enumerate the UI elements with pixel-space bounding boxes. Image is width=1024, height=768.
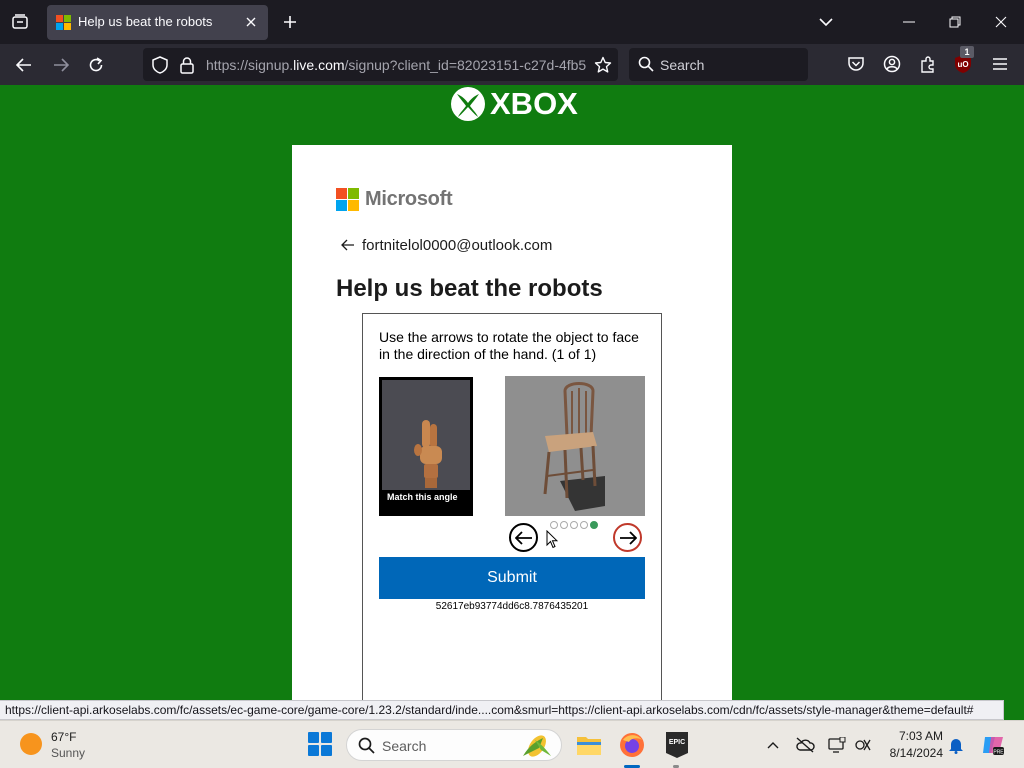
link-status-bar: https://client-api.arkoselabs.com/fc/ass… <box>0 700 1004 720</box>
rotation-step-dot <box>570 521 578 529</box>
submit-button[interactable]: Submit <box>379 557 645 599</box>
rotation-step-dot <box>550 521 558 529</box>
address-bar[interactable]: https://signup.live.com/signup?client_id… <box>143 48 618 81</box>
taskbar-search-placeholder: Search <box>382 738 427 754</box>
search-placeholder: Search <box>660 57 705 73</box>
file-explorer-icon[interactable] <box>573 729 605 761</box>
page-content: XBOX Microsoft fortnitelol0000@outlook.c… <box>0 85 1024 720</box>
microsoft-wordmark: Microsoft <box>365 188 453 210</box>
chair-puzzle-image <box>505 376 645 516</box>
browser-search-bar[interactable]: Search <box>629 48 808 81</box>
pocket-icon[interactable] <box>844 52 868 76</box>
epic-games-icon[interactable]: EPIC <box>661 729 693 761</box>
firefox-icon[interactable] <box>616 729 648 761</box>
weather-temperature[interactable]: 67°F <box>51 730 76 744</box>
extension-badge-count: 1 <box>960 46 974 58</box>
tab-active[interactable]: Help us beat the robots <box>47 5 268 40</box>
sun-icon[interactable] <box>20 733 42 755</box>
tab-list-icon[interactable] <box>8 10 32 34</box>
session-id: 52617eb93774dd6c8.7876435201 <box>435 601 589 612</box>
search-icon <box>638 56 654 77</box>
bookmark-star-icon[interactable] <box>593 55 613 75</box>
url-host: live.com <box>293 57 345 73</box>
xbox-wordmark: XBOX <box>490 86 578 121</box>
browser-nav-bar: https://signup.live.com/signup?client_id… <box>0 44 1024 85</box>
weather-condition[interactable]: Sunny <box>51 746 85 760</box>
browser-tab-bar: Help us beat the robots <box>0 0 1024 44</box>
page-title: Help us beat the robots <box>336 275 603 302</box>
mouse-cursor-icon <box>546 529 559 554</box>
epic-label: EPIC <box>669 739 685 746</box>
close-window-button[interactable] <box>987 8 1015 36</box>
reference-image-box: Match this angle <box>379 377 473 516</box>
account-icon[interactable] <box>880 52 904 76</box>
windows-start-icon[interactable] <box>308 732 332 756</box>
reload-button[interactable] <box>82 51 110 79</box>
url-path: /signup?client_id=82023151-c27d-4fb5 <box>344 57 587 73</box>
display-icon[interactable] <box>827 735 847 755</box>
match-angle-label: Match this angle <box>387 492 458 502</box>
rotation-step-dots <box>550 521 598 529</box>
rotate-left-button[interactable] <box>509 523 538 552</box>
arrow-right-icon <box>619 530 637 545</box>
back-arrow-icon[interactable] <box>340 237 356 253</box>
hand-reference-image <box>382 380 470 490</box>
arrow-left-icon <box>514 530 532 545</box>
rotate-right-button[interactable] <box>613 523 642 552</box>
tab-close-icon[interactable] <box>243 14 259 30</box>
onedrive-offline-icon[interactable] <box>795 735 815 755</box>
network-icon[interactable] <box>853 735 873 755</box>
url-text[interactable]: https://signup.live.com/signup?client_id… <box>206 57 588 73</box>
search-icon <box>358 737 375 759</box>
restore-button[interactable] <box>941 8 969 36</box>
clock-time[interactable]: 7:03 AM <box>883 729 943 743</box>
microsoft-logo: Microsoft <box>336 188 453 211</box>
rotation-step-dot <box>580 521 588 529</box>
windows-taskbar: 67°F Sunny Search EPIC 7:03 AM 8/14/2024… <box>0 720 1024 768</box>
svg-text:uO: uO <box>957 60 968 69</box>
chevron-up-icon[interactable] <box>763 735 783 755</box>
microsoft-squares-icon <box>336 188 359 211</box>
xbox-sphere-icon <box>451 87 485 121</box>
copilot-icon[interactable]: PRE <box>980 732 1006 758</box>
captcha-frame: Use the arrows to rotate the object to f… <box>362 313 662 720</box>
forward-button[interactable] <box>47 51 75 79</box>
rotation-step-dot <box>590 521 598 529</box>
xbox-logo: XBOX <box>450 86 578 122</box>
taskbar-search[interactable]: Search <box>346 729 562 761</box>
captcha-instructions: Use the arrows to rotate the object to f… <box>379 329 639 362</box>
lock-icon[interactable] <box>178 56 196 74</box>
extensions-icon[interactable] <box>916 52 940 76</box>
tab-title: Help us beat the robots <box>78 14 213 29</box>
rotation-step-dot <box>560 521 568 529</box>
shield-icon[interactable] <box>151 56 169 74</box>
minimize-button[interactable] <box>895 8 923 36</box>
url-prefix: https://signup. <box>206 57 294 73</box>
corn-search-highlight-icon <box>517 732 557 764</box>
menu-icon[interactable] <box>988 52 1012 76</box>
microsoft-favicon-icon <box>56 15 71 30</box>
svg-text:PRE: PRE <box>993 750 1004 756</box>
notification-bell-icon[interactable] <box>946 735 966 755</box>
signup-card: Microsoft fortnitelol0000@outlook.com He… <box>292 145 732 720</box>
back-button[interactable] <box>10 51 38 79</box>
new-tab-button[interactable] <box>279 11 301 33</box>
clock-date[interactable]: 8/14/2024 <box>883 746 943 760</box>
chevron-down-icon[interactable] <box>815 12 837 32</box>
identity-email[interactable]: fortnitelol0000@outlook.com <box>362 237 552 254</box>
